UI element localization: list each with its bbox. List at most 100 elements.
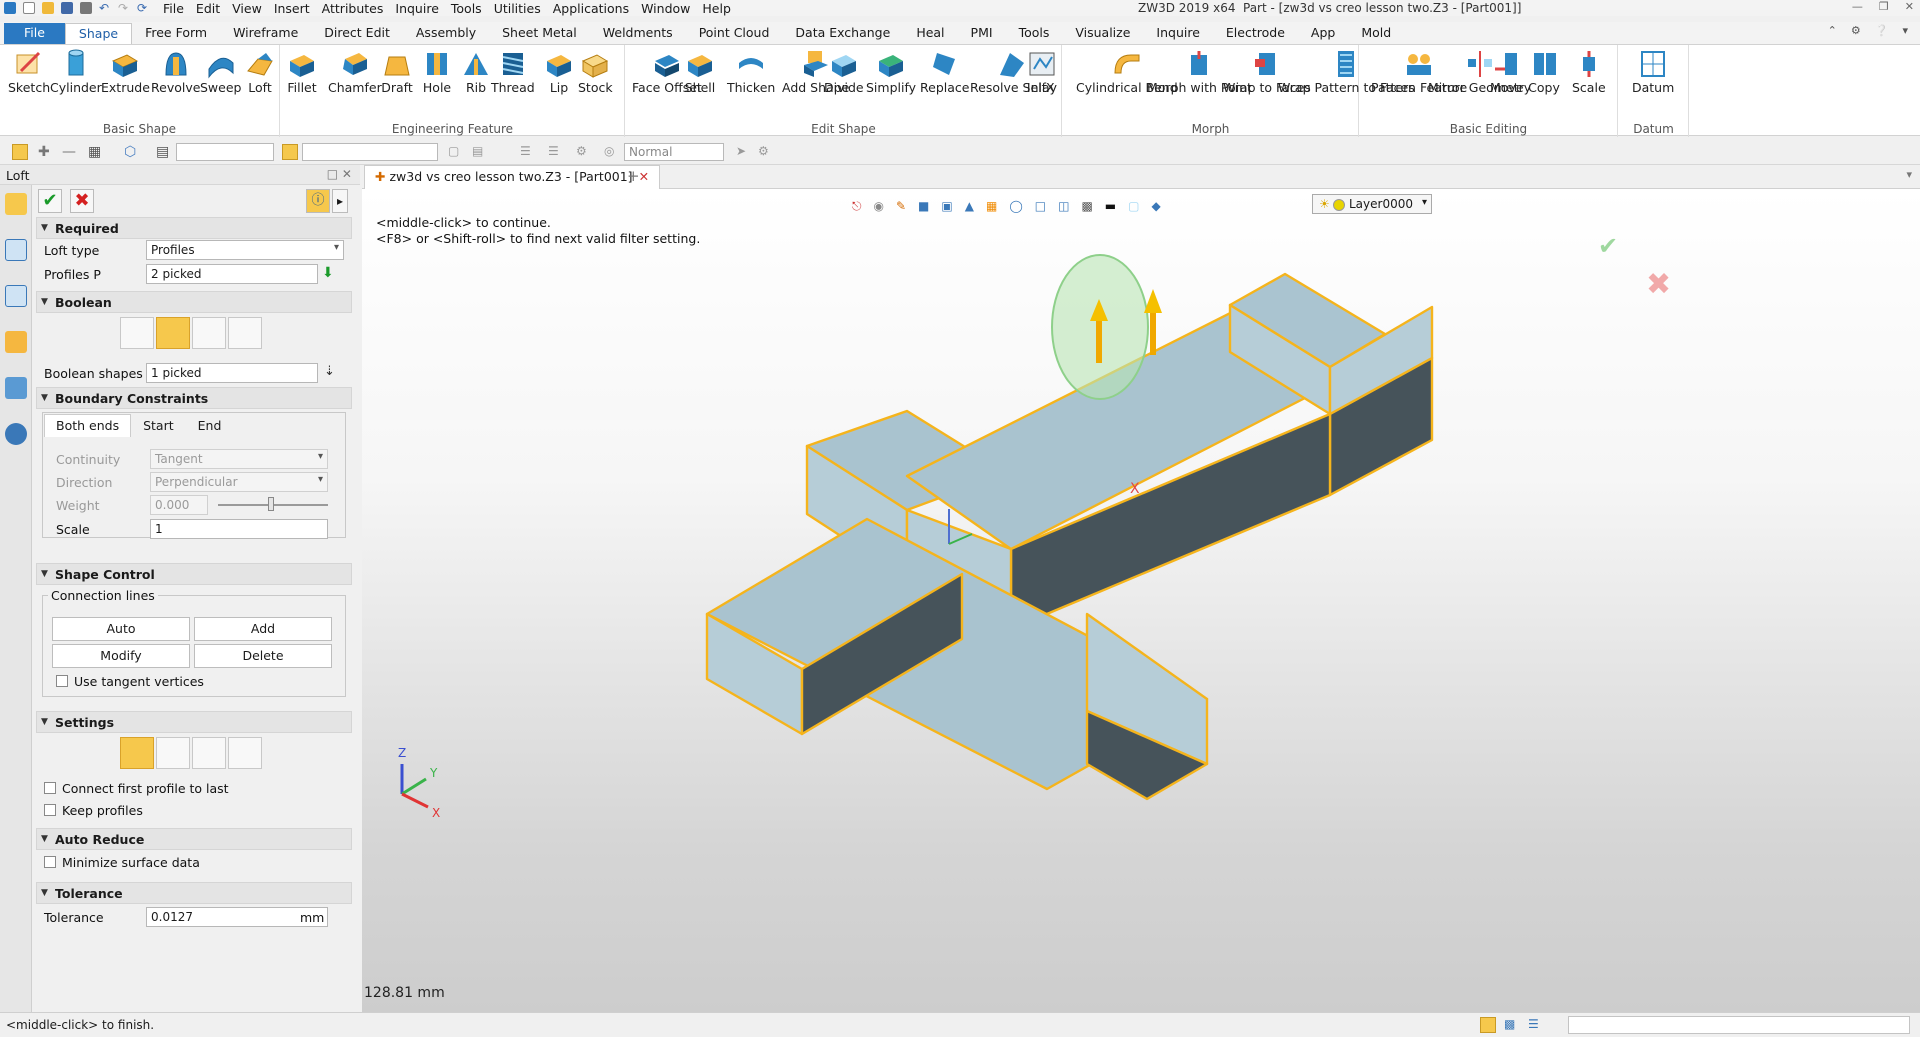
cylinder-button[interactable]: Cylinder: [50, 49, 102, 95]
fillet-button[interactable]: Fillet: [286, 49, 318, 95]
tab-app[interactable]: App: [1298, 23, 1348, 44]
print-icon[interactable]: [80, 2, 92, 14]
tab-weldments[interactable]: Weldments: [590, 23, 686, 44]
tab-start[interactable]: Start: [131, 414, 186, 437]
revolve-button[interactable]: Revolve: [151, 49, 200, 95]
tab-direct-edit[interactable]: Direct Edit: [311, 23, 403, 44]
tab-data-exchange[interactable]: Data Exchange: [782, 23, 903, 44]
cancel-button[interactable]: ✖: [70, 189, 94, 213]
settings-option-1-button[interactable]: [120, 737, 154, 769]
tab-free-form[interactable]: Free Form: [132, 23, 220, 44]
close-icon[interactable]: ✕: [1905, 0, 1914, 13]
section-boolean[interactable]: Boolean: [36, 291, 352, 313]
restore-icon[interactable]: ❐: [1879, 0, 1889, 13]
filter-select-2[interactable]: [302, 143, 438, 161]
tab-assembly[interactable]: Assembly: [403, 23, 489, 44]
menu-attributes[interactable]: Attributes: [322, 1, 384, 16]
menu-tools[interactable]: Tools: [451, 1, 482, 16]
continuity-select[interactable]: Tangent: [150, 449, 328, 469]
profiles-field[interactable]: 2 picked: [146, 264, 318, 284]
delete-button[interactable]: Delete: [194, 644, 332, 668]
add-button[interactable]: Add: [194, 617, 332, 641]
filter-icon[interactable]: ▤: [156, 144, 172, 160]
tab-electrode[interactable]: Electrode: [1213, 23, 1298, 44]
open-file-icon[interactable]: [42, 2, 54, 14]
boolean-remove-button[interactable]: [192, 317, 226, 349]
double-chevron-down-icon[interactable]: ⇣: [324, 364, 335, 379]
hierarchy-icon[interactable]: [5, 285, 27, 307]
loft-button[interactable]: Loft: [244, 49, 276, 95]
settings-option-2-button[interactable]: [156, 737, 190, 769]
lip-button[interactable]: Lip: [543, 49, 575, 95]
gear-icon[interactable]: ⚙: [1851, 24, 1861, 37]
refresh-icon[interactable]: ⟳: [137, 2, 149, 14]
extrude-button[interactable]: Extrude: [101, 49, 150, 95]
snap-icon[interactable]: ▢: [448, 144, 464, 160]
image-icon[interactable]: [5, 377, 27, 399]
scale-button[interactable]: Scale: [1572, 49, 1606, 95]
tab-pmi[interactable]: PMI: [958, 23, 1006, 44]
tab-shape[interactable]: Shape: [64, 23, 133, 44]
boolean-intersect-button[interactable]: [228, 317, 262, 349]
undo-icon[interactable]: ↶: [99, 2, 111, 14]
direction-select[interactable]: Perpendicular: [150, 472, 328, 492]
hole-button[interactable]: Hole: [421, 49, 453, 95]
tab-tools[interactable]: Tools: [1006, 23, 1063, 44]
pick-icon[interactable]: [12, 144, 28, 160]
status-input-field[interactable]: [1568, 1016, 1910, 1034]
shell-button[interactable]: Shell: [684, 49, 716, 95]
section-settings[interactable]: Settings: [36, 711, 352, 733]
minimize-icon[interactable]: —: [1852, 0, 1863, 13]
boolean-base-button[interactable]: [120, 317, 154, 349]
section-tolerance[interactable]: Tolerance: [36, 882, 352, 904]
status-monitor-icon[interactable]: ▩: [1504, 1017, 1520, 1033]
menu-file[interactable]: File: [163, 1, 184, 16]
weight-slider-handle[interactable]: [268, 497, 274, 511]
thicken-button[interactable]: Thicken: [727, 49, 775, 95]
draft-button[interactable]: Draft: [381, 49, 413, 95]
copy-button[interactable]: Copy: [1528, 49, 1560, 95]
keep-profiles-checkbox[interactable]: [44, 804, 56, 816]
weight-field[interactable]: 0.000: [150, 495, 208, 515]
simplify-button[interactable]: Simplify: [866, 49, 916, 95]
menu-edit[interactable]: Edit: [196, 1, 220, 16]
tab-menu-icon[interactable]: ▾: [1906, 168, 1912, 181]
ok-button[interactable]: ✔: [38, 189, 62, 213]
rib-button[interactable]: Rib: [460, 49, 492, 95]
tab-both-ends[interactable]: Both ends: [44, 414, 132, 437]
align-2-icon[interactable]: ☰: [548, 144, 564, 160]
scale-stepper[interactable]: 1: [150, 519, 328, 539]
tab-sheet-metal[interactable]: Sheet Metal: [489, 23, 590, 44]
feature-tab-icon[interactable]: [5, 193, 27, 215]
loft-type-select[interactable]: Profiles: [146, 240, 344, 260]
pick-arrow-icon[interactable]: ⬇: [322, 265, 334, 281]
menu-view[interactable]: View: [232, 1, 262, 16]
minimize-checkbox[interactable]: [44, 856, 56, 868]
target-icon[interactable]: ◎: [604, 144, 620, 160]
pin-icon[interactable]: ⚙: [576, 144, 592, 160]
part-icon[interactable]: [5, 331, 27, 353]
section-shape-control[interactable]: Shape Control: [36, 563, 352, 585]
menu-utilities[interactable]: Utilities: [494, 1, 541, 16]
status-mode-icon[interactable]: [1480, 1017, 1496, 1033]
snap-grid-icon[interactable]: ▤: [472, 144, 488, 160]
tab-mold[interactable]: Mold: [1348, 23, 1404, 44]
connect-first-checkbox[interactable]: [44, 782, 56, 794]
sweep-button[interactable]: Sweep: [200, 49, 241, 95]
document-tab[interactable]: ✚ zw3d vs creo lesson two.Z3 - [Part001]…: [364, 165, 661, 189]
menu-help[interactable]: Help: [702, 1, 731, 16]
datum-button[interactable]: Datum: [1632, 49, 1674, 95]
history-tree-icon[interactable]: [5, 239, 27, 261]
close-tab-icon[interactable]: ✕: [639, 169, 649, 184]
arrow-head-2[interactable]: [1144, 289, 1162, 313]
boolean-shapes-field[interactable]: 1 picked: [146, 363, 318, 383]
pointer-icon[interactable]: ➤: [736, 144, 752, 160]
selection-mode-select[interactable]: Normal: [624, 143, 724, 161]
tab-heal[interactable]: Heal: [903, 23, 957, 44]
settings-option-4-button[interactable]: [228, 737, 262, 769]
tab-visualize[interactable]: Visualize: [1062, 23, 1143, 44]
sketch-button[interactable]: Sketch: [8, 49, 50, 95]
tab-wireframe[interactable]: Wireframe: [220, 23, 311, 44]
info-button[interactable]: ⓘ: [306, 189, 330, 213]
tab-end[interactable]: End: [186, 414, 234, 437]
